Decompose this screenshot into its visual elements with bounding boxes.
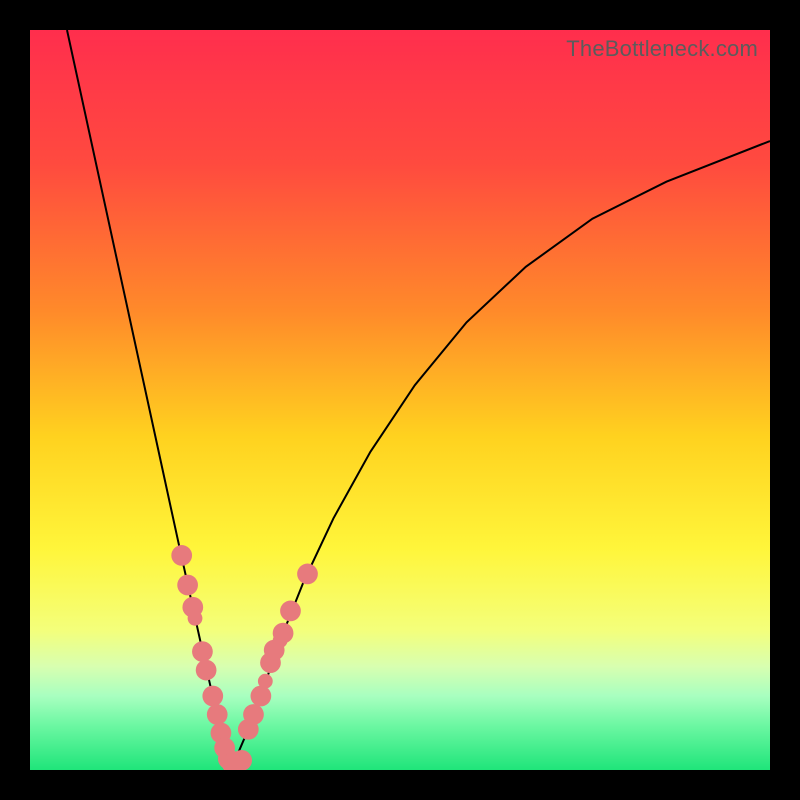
marker-dot <box>177 575 198 596</box>
marker-dot <box>196 660 217 681</box>
plot-area: TheBottleneck.com <box>30 30 770 770</box>
chart-frame: TheBottleneck.com <box>0 0 800 800</box>
marker-dot <box>251 686 272 707</box>
marker-dot <box>297 564 318 585</box>
marker-dot <box>188 611 203 626</box>
marker-dot <box>171 545 192 566</box>
marker-dot <box>202 686 223 707</box>
marker-dot <box>273 623 294 644</box>
marker-dot <box>231 750 252 770</box>
marker-dot <box>243 704 264 725</box>
chart-svg <box>30 30 770 770</box>
marker-dot <box>207 704 228 725</box>
curve-right-branch <box>230 141 770 766</box>
marker-dot <box>280 601 301 622</box>
marker-dot <box>258 674 273 689</box>
marker-dots-group <box>171 545 318 770</box>
marker-dot <box>192 641 213 662</box>
